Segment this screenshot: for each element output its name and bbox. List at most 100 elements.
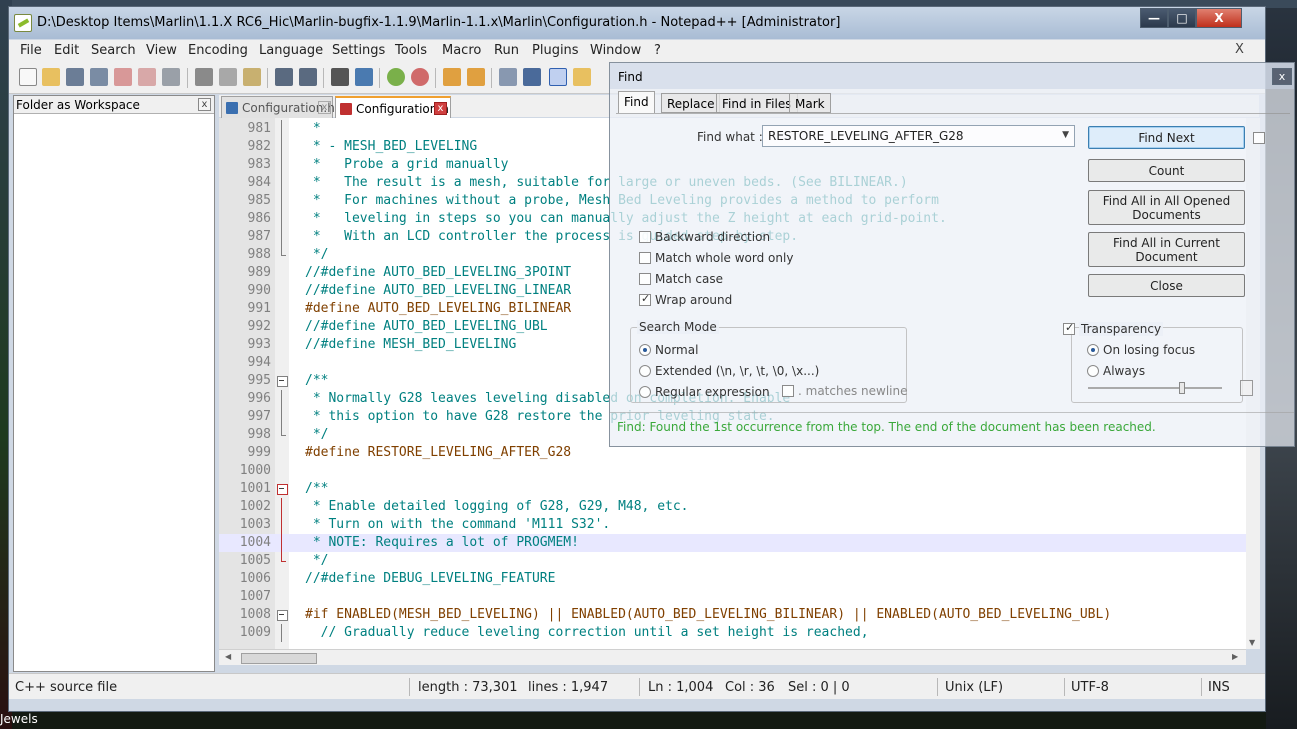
file-saved-icon: [226, 102, 238, 114]
code-line[interactable]: 1001 /**: [219, 480, 1246, 498]
match-whole-word-checkbox[interactable]: [639, 252, 651, 264]
fold-toggle-icon[interactable]: [277, 606, 288, 624]
code-text: #if ENABLED(MESH_BED_LEVELING) || ENABLE…: [305, 607, 1112, 622]
menu-view[interactable]: View: [146, 43, 177, 58]
find-next-extra-checkbox[interactable]: [1253, 132, 1265, 144]
menu-encoding[interactable]: Encoding: [188, 43, 248, 58]
cut-icon[interactable]: [195, 68, 213, 86]
on-losing-focus-radio[interactable]: [1087, 344, 1099, 356]
find-dialog-titlebar[interactable]: Find x: [610, 63, 1294, 89]
matches-newline-checkbox[interactable]: [782, 385, 794, 397]
line-number: 982: [247, 139, 271, 154]
replace-icon[interactable]: [355, 68, 373, 86]
code-line[interactable]: 1006 //#define DEBUG_LEVELING_FEATURE: [219, 570, 1246, 588]
scroll-down-icon[interactable]: ▼: [1249, 638, 1255, 647]
horizontal-scroll-thumb[interactable]: [241, 653, 317, 664]
horizontal-scrollbar[interactable]: ◀ ▶: [219, 649, 1246, 665]
code-line[interactable]: 1009 // Gradually reduce leveling correc…: [219, 624, 1246, 642]
indent-guide-icon[interactable]: [549, 68, 567, 86]
title-bar[interactable]: D:\Desktop Items\Marlin\1.1.X RC6_Hic\Ma…: [9, 7, 1265, 39]
tab-find[interactable]: Find: [618, 91, 655, 113]
menu-search[interactable]: Search: [91, 43, 136, 58]
code-line[interactable]: 1008 #if ENABLED(MESH_BED_LEVELING) || EN…: [219, 606, 1246, 624]
tab-configuration-h-1[interactable]: Configuration.h x: [221, 96, 335, 118]
code-line[interactable]: 1002 * Enable detailed logging of G28, G…: [219, 498, 1246, 516]
find-all-current-button[interactable]: Find All in Current Document: [1088, 232, 1245, 267]
count-button[interactable]: Count: [1088, 159, 1245, 182]
tab-mark[interactable]: Mark: [789, 93, 831, 113]
user-language-icon[interactable]: [573, 68, 591, 86]
close-window-button[interactable]: X: [1196, 8, 1242, 28]
minimize-button[interactable]: —: [1140, 8, 1168, 28]
close-button[interactable]: Close: [1088, 274, 1245, 297]
maximize-button[interactable]: □: [1168, 8, 1196, 28]
fold-toggle-icon[interactable]: [277, 372, 288, 390]
zoom-in-icon[interactable]: [387, 68, 405, 86]
backward-direction-checkbox[interactable]: [639, 231, 651, 243]
transparency-checkbox[interactable]: [1063, 321, 1075, 335]
copy-icon[interactable]: [219, 68, 237, 86]
transparency-slider-track[interactable]: [1088, 387, 1222, 389]
code-line[interactable]: 1005 */: [219, 552, 1246, 570]
word-wrap-icon[interactable]: [499, 68, 517, 86]
menu-file[interactable]: File: [20, 43, 42, 58]
code-line[interactable]: 1004 * NOTE: Requires a lot of PROGMEM!: [219, 534, 1246, 552]
regex-radio[interactable]: [639, 386, 651, 398]
open-file-icon[interactable]: [42, 68, 60, 86]
menu-help[interactable]: ?: [654, 43, 661, 58]
tab-close-icon[interactable]: x: [318, 101, 331, 114]
scroll-left-icon[interactable]: ◀: [225, 652, 231, 661]
always-radio[interactable]: [1087, 365, 1099, 377]
folder-panel-close-icon[interactable]: x: [198, 98, 211, 111]
sync-horizontal-icon[interactable]: [467, 68, 485, 86]
transparency-slider-thumb[interactable]: [1179, 382, 1185, 394]
scroll-right-icon[interactable]: ▶: [1232, 652, 1238, 661]
zoom-out-icon[interactable]: [411, 68, 429, 86]
tab-replace[interactable]: Replace: [661, 93, 721, 113]
folder-workspace-panel[interactable]: Folder as Workspace x: [13, 95, 215, 672]
tab-configuration-h-2[interactable]: Configuration.h x: [335, 96, 451, 118]
menu-tools[interactable]: Tools: [395, 43, 427, 58]
menu-macro[interactable]: Macro: [442, 43, 481, 58]
extended-radio[interactable]: [639, 365, 651, 377]
wrap-around-checkbox[interactable]: [639, 292, 651, 306]
menu-edit[interactable]: Edit: [54, 43, 79, 58]
chevron-down-icon[interactable]: ▼: [1062, 130, 1069, 140]
find-dialog-title: Find: [618, 70, 643, 84]
find-next-button[interactable]: Find Next: [1088, 126, 1245, 149]
desktop-icon-label[interactable]: Jewels: [0, 712, 38, 726]
match-case-checkbox[interactable]: [639, 273, 651, 285]
show-all-characters-icon[interactable]: [523, 68, 541, 86]
menu-language[interactable]: Language: [259, 43, 323, 58]
menu-window[interactable]: Window: [590, 43, 641, 58]
save-all-icon[interactable]: [90, 68, 108, 86]
find-dialog-close-icon[interactable]: x: [1272, 68, 1292, 85]
print-icon[interactable]: [162, 68, 180, 86]
menu-run[interactable]: Run: [494, 43, 519, 58]
new-file-icon[interactable]: [19, 68, 37, 86]
redo-icon[interactable]: [299, 68, 317, 86]
tab-close-icon[interactable]: x: [434, 102, 447, 115]
menu-plugins[interactable]: Plugins: [532, 43, 579, 58]
close-file-icon[interactable]: [114, 68, 132, 86]
find-all-opened-button[interactable]: Find All in All Opened Documents: [1088, 190, 1245, 225]
code-line[interactable]: 1000: [219, 462, 1246, 480]
paste-icon[interactable]: [243, 68, 261, 86]
sync-vertical-icon[interactable]: [443, 68, 461, 86]
normal-radio[interactable]: [639, 344, 651, 356]
undo-icon[interactable]: [275, 68, 293, 86]
close-all-icon[interactable]: [138, 68, 156, 86]
save-icon[interactable]: [66, 68, 84, 86]
fold-marker: [277, 192, 287, 210]
code-text: //#define AUTO_BED_LEVELING_UBL: [305, 319, 548, 334]
find-what-input[interactable]: RESTORE_LEVELING_AFTER_G28 ▼: [762, 125, 1075, 147]
code-line[interactable]: 1007: [219, 588, 1246, 606]
find-icon[interactable]: [331, 68, 349, 86]
tab-find-in-files[interactable]: Find in Files: [716, 93, 798, 113]
resize-grip-icon[interactable]: [1240, 380, 1253, 396]
code-line[interactable]: 1003 * Turn on with the command 'M111 S3…: [219, 516, 1246, 534]
close-document-icon[interactable]: X: [1235, 42, 1244, 57]
fold-toggle-icon[interactable]: [277, 480, 288, 498]
menu-settings[interactable]: Settings: [332, 43, 385, 58]
code-text: #define AUTO_BED_LEVELING_BILINEAR: [305, 301, 572, 316]
